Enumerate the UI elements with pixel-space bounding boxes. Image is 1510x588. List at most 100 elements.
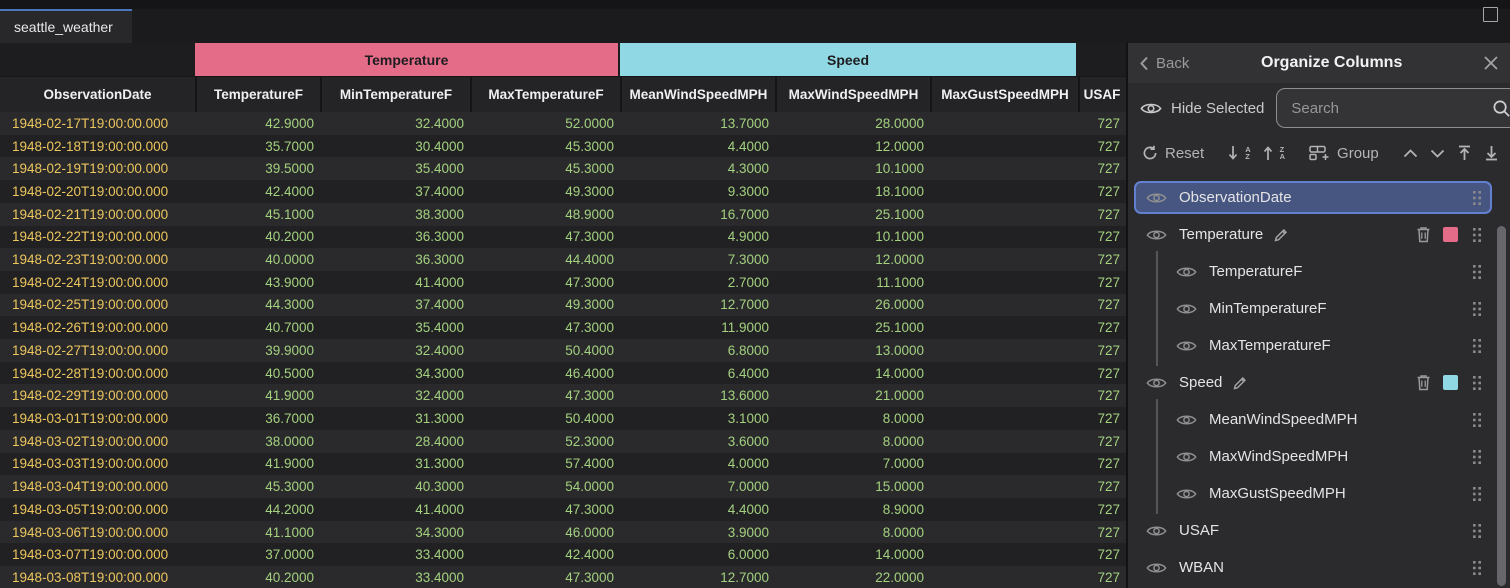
column-list-item-temperature[interactable]: Temperature	[1134, 218, 1492, 251]
cell-value[interactable]: 4.9000	[620, 229, 775, 244]
cell-value[interactable]: 40.0000	[195, 252, 320, 267]
cell-observationdate[interactable]: 1948-02-17T19:00:00.000	[0, 116, 195, 131]
cell-observationdate[interactable]: 1948-02-21T19:00:00.000	[0, 207, 195, 222]
cell-value[interactable]: 11.1000	[775, 275, 930, 290]
cell-observationdate[interactable]: 1948-02-22T19:00:00.000	[0, 229, 195, 244]
cell-value[interactable]: 45.3000	[195, 479, 320, 494]
cell-value[interactable]: 727	[1078, 366, 1126, 381]
group-header-speed[interactable]: Speed	[620, 43, 1076, 76]
cell-observationdate[interactable]: 1948-03-06T19:00:00.000	[0, 525, 195, 540]
column-header-temperaturef[interactable]: TemperatureF	[195, 77, 320, 112]
cell-value[interactable]: 10.1000	[775, 161, 930, 176]
cell-value[interactable]: 26.0000	[775, 297, 930, 312]
cell-value[interactable]: 727	[1078, 297, 1126, 312]
cell-value[interactable]: 2.7000	[620, 275, 775, 290]
cell-value[interactable]: 34.3000	[320, 366, 470, 381]
cell-value[interactable]: 33.4000	[320, 570, 470, 585]
cell-value[interactable]: 8.9000	[775, 502, 930, 517]
cell-observationdate[interactable]: 1948-02-23T19:00:00.000	[0, 252, 195, 267]
table-row[interactable]: 1948-02-27T19:00:00.00039.900032.400050.…	[0, 339, 1126, 362]
drag-handle[interactable]	[1472, 227, 1482, 243]
cell-value[interactable]: 47.3000	[470, 570, 620, 585]
cell-value[interactable]: 39.5000	[195, 161, 320, 176]
cell-value[interactable]: 13.6000	[620, 388, 775, 403]
cell-value[interactable]: 21.0000	[775, 388, 930, 403]
cell-value[interactable]: 35.7000	[195, 139, 320, 154]
drag-handle[interactable]	[1472, 486, 1482, 502]
tab-seattle-weather[interactable]: seattle_weather	[0, 9, 132, 43]
cell-value[interactable]: 32.4000	[320, 343, 470, 358]
cell-observationdate[interactable]: 1948-03-05T19:00:00.000	[0, 502, 195, 517]
column-header-usaf[interactable]: USAF	[1078, 77, 1126, 112]
cell-value[interactable]: 41.9000	[195, 456, 320, 471]
cell-value[interactable]: 40.7000	[195, 320, 320, 335]
cell-value[interactable]: 727	[1078, 161, 1126, 176]
cell-value[interactable]: 12.0000	[775, 252, 930, 267]
cell-value[interactable]: 727	[1078, 229, 1126, 244]
cell-value[interactable]: 43.9000	[195, 275, 320, 290]
cell-value[interactable]: 727	[1078, 275, 1126, 290]
search-input[interactable]	[1289, 99, 1492, 118]
drag-handle[interactable]	[1472, 190, 1482, 206]
cell-value[interactable]: 12.7000	[620, 570, 775, 585]
cell-value[interactable]: 40.5000	[195, 366, 320, 381]
drag-handle[interactable]	[1472, 412, 1482, 428]
cell-value[interactable]: 47.3000	[470, 229, 620, 244]
cell-value[interactable]: 50.4000	[470, 343, 620, 358]
group-button[interactable]: Group	[1309, 145, 1379, 162]
cell-value[interactable]: 6.8000	[620, 343, 775, 358]
cell-value[interactable]: 3.1000	[620, 411, 775, 426]
table-row[interactable]: 1948-02-20T19:00:00.00042.400037.400049.…	[0, 180, 1126, 203]
drag-handle[interactable]	[1472, 523, 1482, 539]
cell-value[interactable]: 35.4000	[320, 161, 470, 176]
cell-value[interactable]: 36.3000	[320, 229, 470, 244]
cell-value[interactable]: 13.0000	[775, 343, 930, 358]
column-list-item-speed[interactable]: Speed	[1134, 366, 1492, 399]
column-list-item-observationdate[interactable]: ObservationDate	[1134, 181, 1492, 214]
cell-value[interactable]: 32.4000	[320, 116, 470, 131]
sort-desc-button[interactable]: ZA	[1263, 145, 1285, 161]
move-top-button[interactable]	[1457, 145, 1472, 161]
reset-button[interactable]: Reset	[1142, 145, 1204, 162]
drag-handle[interactable]	[1472, 449, 1482, 465]
cell-value[interactable]: 7.0000	[775, 456, 930, 471]
cell-value[interactable]: 45.1000	[195, 207, 320, 222]
cell-value[interactable]: 727	[1078, 184, 1126, 199]
cell-value[interactable]: 32.4000	[320, 388, 470, 403]
column-list-item-wban[interactable]: WBAN	[1134, 551, 1492, 584]
cell-value[interactable]: 47.3000	[470, 320, 620, 335]
cell-observationdate[interactable]: 1948-02-19T19:00:00.000	[0, 161, 195, 176]
cell-value[interactable]: 36.3000	[320, 252, 470, 267]
table-row[interactable]: 1948-02-25T19:00:00.00044.300037.400049.…	[0, 294, 1126, 317]
cell-value[interactable]: 41.9000	[195, 388, 320, 403]
column-header-mintemperaturef[interactable]: MinTemperatureF	[320, 77, 470, 112]
cell-value[interactable]: 37.4000	[320, 184, 470, 199]
cell-value[interactable]: 41.1000	[195, 525, 320, 540]
cell-value[interactable]: 727	[1078, 139, 1126, 154]
cell-value[interactable]: 14.0000	[775, 547, 930, 562]
table-row[interactable]: 1948-02-23T19:00:00.00040.000036.300044.…	[0, 248, 1126, 271]
table-row[interactable]: 1948-03-07T19:00:00.00037.000033.400042.…	[0, 543, 1126, 566]
cell-value[interactable]: 727	[1078, 502, 1126, 517]
column-header-meanwindspeedmph[interactable]: MeanWindSpeedMPH	[620, 77, 775, 112]
cell-value[interactable]: 46.0000	[470, 525, 620, 540]
group-header-temperature[interactable]: Temperature	[195, 43, 618, 76]
cell-value[interactable]: 4.4000	[620, 139, 775, 154]
table-row[interactable]: 1948-02-26T19:00:00.00040.700035.400047.…	[0, 316, 1126, 339]
cell-value[interactable]: 34.3000	[320, 525, 470, 540]
column-header-maxtemperaturef[interactable]: MaxTemperatureF	[470, 77, 620, 112]
cell-value[interactable]: 727	[1078, 207, 1126, 222]
cell-value[interactable]: 52.3000	[470, 434, 620, 449]
cell-value[interactable]: 25.1000	[775, 207, 930, 222]
cell-value[interactable]: 12.7000	[620, 297, 775, 312]
table-row[interactable]: 1948-02-19T19:00:00.00039.500035.400045.…	[0, 157, 1126, 180]
column-header-observationdate[interactable]: ObservationDate	[0, 77, 195, 112]
move-down-button[interactable]	[1430, 149, 1445, 158]
cell-value[interactable]: 47.3000	[470, 275, 620, 290]
cell-observationdate[interactable]: 1948-03-08T19:00:00.000	[0, 570, 195, 585]
cell-value[interactable]: 727	[1078, 479, 1126, 494]
table-row[interactable]: 1948-02-22T19:00:00.00040.200036.300047.…	[0, 226, 1126, 249]
cell-value[interactable]: 727	[1078, 411, 1126, 426]
drag-handle[interactable]	[1472, 338, 1482, 354]
cell-value[interactable]: 33.4000	[320, 547, 470, 562]
